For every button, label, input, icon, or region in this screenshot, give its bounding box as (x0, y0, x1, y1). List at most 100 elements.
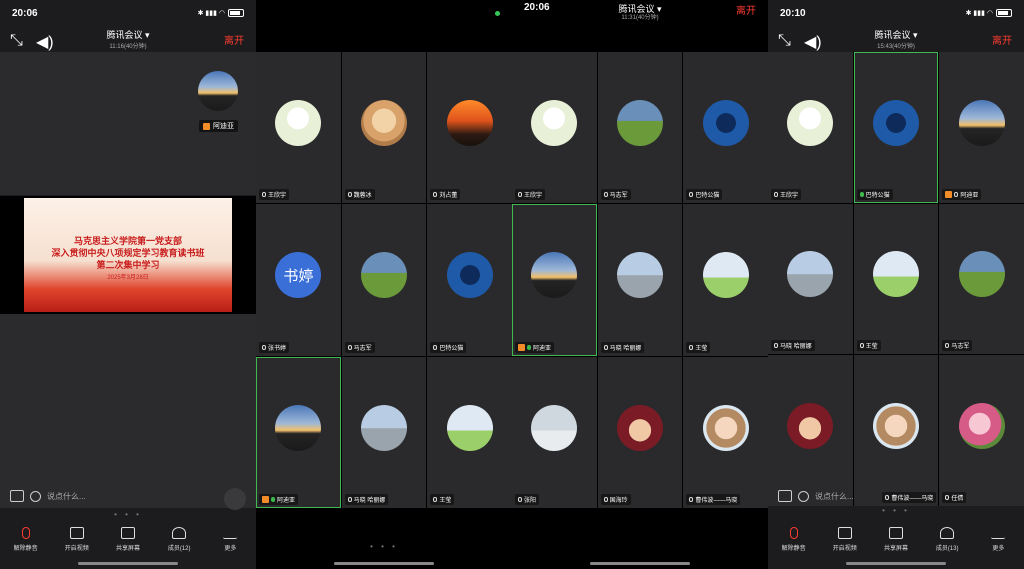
chat-input[interactable]: 说点什么... (47, 491, 86, 502)
participant-tile[interactable]: 巴特公猫 (427, 204, 512, 356)
participant-tile[interactable]: 任倩 (939, 355, 1024, 506)
mic-icon (518, 496, 522, 502)
shared-screen[interactable]: 马克思主义学院第一党支部 深入贯彻中央八项规定学习教育读书班 第二次集中学习 2… (0, 196, 256, 314)
participant-avatar (275, 404, 322, 451)
participant-tile[interactable]: 王莹 (853, 203, 939, 355)
participant-avatar (958, 403, 1005, 450)
status-time: 20:06 (12, 7, 38, 19)
meeting-title[interactable]: 腾讯会议 ▾ (768, 28, 1024, 41)
chat-bar[interactable]: 说点什么... (778, 490, 854, 502)
more-button[interactable]: 更多 (206, 527, 254, 552)
members-icon (940, 527, 955, 539)
mic-icon (603, 344, 608, 350)
home-indicator (334, 562, 434, 565)
participant-label: 阿迪亚 (942, 188, 982, 200)
participant-tile[interactable]: 国海玲 (597, 356, 683, 508)
leave-button[interactable]: 离开 (736, 2, 756, 17)
participant-avatar (958, 251, 1005, 298)
participant-label: 马晓 哈丽娜 (771, 340, 815, 352)
participant-label: 张阳 (515, 493, 540, 505)
page-indicator: • • • (882, 506, 910, 515)
share-screen-button[interactable]: 共享屏幕 (104, 527, 152, 552)
participant-tile[interactable]: 马志军 (341, 204, 427, 356)
start-video-label: 开启视频 (832, 546, 857, 552)
participant-name: 阿迪亚 (277, 497, 296, 504)
participant-tile[interactable]: 王欣宇 (768, 52, 853, 203)
participant-avatar (958, 99, 1005, 146)
chat-icon[interactable] (778, 490, 792, 502)
participant-tile-speaking[interactable]: 阿迪亚 (512, 204, 597, 356)
more-icon (223, 527, 238, 539)
participant-tile[interactable]: 刘占董 (427, 52, 512, 204)
participant-tile[interactable]: 书婷张书婷 (256, 204, 341, 356)
chat-input[interactable]: 说点什么... (815, 491, 854, 502)
meeting-title[interactable]: 腾讯会议 ▾ (0, 28, 256, 41)
participant-label: 巴特公猫 (430, 341, 467, 353)
unmute-button[interactable]: 解除静音 (770, 527, 818, 552)
video-area-lower (0, 314, 256, 508)
participant-tile[interactable]: 王欣宇 (256, 52, 341, 204)
members-button[interactable]: 成员(13) (923, 527, 971, 552)
mic-icon (518, 192, 522, 198)
participant-tile[interactable]: 马晓 哈丽娜 (597, 204, 683, 356)
participant-tile[interactable]: 阿迪亚 (939, 52, 1024, 203)
participant-tile[interactable]: 张阳 (512, 356, 597, 508)
unmute-button[interactable]: 解除静音 (2, 527, 50, 552)
participant-tile[interactable]: 曹伟波——马晓 (683, 356, 768, 508)
participant-tile[interactable]: 马志军 (597, 52, 683, 204)
participant-tile[interactable]: 王欣宇 (512, 52, 597, 204)
participant-tile[interactable] (768, 355, 853, 506)
participant-tile-speaking[interactable]: 巴特公猫 (853, 52, 939, 203)
participant-tile[interactable]: 曹伟波——马晓 (853, 355, 939, 506)
start-video-button[interactable]: 开启视频 (821, 527, 869, 552)
participant-tile[interactable]: 马志军 (939, 203, 1024, 355)
participant-label: 刘占董 (430, 189, 461, 201)
participant-avatar (787, 251, 834, 298)
share-screen-label: 共享屏幕 (883, 546, 908, 552)
meeting-duration: 11:31(40分钟) (621, 15, 659, 21)
more-label: 更多 (992, 546, 1005, 552)
meeting-header: 腾讯会议 ▾ 11:31(40分钟) 离开 (512, 0, 768, 26)
participant-tile[interactable]: 王莹 (683, 204, 768, 356)
mic-icon (885, 495, 890, 500)
participant-label: 王欣宇 (771, 188, 802, 200)
participant-tile-speaking[interactable]: 阿迪亚 (256, 356, 341, 508)
shared-slide: 马克思主义学院第一党支部 深入贯彻中央八项规定学习教育读书班 第二次集中学习 2… (24, 198, 232, 312)
participant-label: 阿迪亚 (515, 341, 555, 353)
participant-avatar (702, 252, 749, 299)
participant-avatar (360, 100, 407, 147)
participant-label: 王欣宇 (515, 189, 546, 201)
participant-label: 曹伟波——马晓 (882, 492, 937, 503)
mic-off-icon (789, 527, 798, 539)
participant-label: 马晓 哈丽娜 (600, 341, 645, 353)
participant-tile[interactable]: 马晓 哈丽娜 (341, 356, 427, 508)
participant-name: 魏蓉冰 (353, 193, 372, 200)
more-button[interactable]: 更多 (974, 527, 1022, 552)
status-time: 20:10 (780, 7, 806, 19)
mic-icon (689, 192, 694, 198)
participant-avatar (446, 100, 493, 147)
participant-label: 张书婷 (259, 341, 290, 353)
participant-avatar (872, 251, 919, 298)
mic-icon (347, 192, 352, 198)
leave-button[interactable]: 离开 (224, 32, 244, 47)
more-icon (991, 527, 1006, 539)
participant-tile[interactable]: 王莹 (427, 356, 512, 508)
leave-button[interactable]: 离开 (992, 32, 1012, 47)
participant-tile[interactable]: 巴特公猫 (683, 52, 768, 204)
phone-audio-button[interactable] (224, 488, 246, 510)
participant-name: 马晓 哈丽娜 (780, 344, 812, 351)
participant-avatar-text: 书婷 (275, 252, 322, 299)
members-button[interactable]: 成员(12) (155, 527, 203, 552)
chat-icon[interactable] (10, 490, 24, 502)
emoji-icon[interactable] (798, 490, 809, 502)
start-video-button[interactable]: 开启视频 (53, 527, 101, 552)
emoji-icon[interactable] (30, 490, 41, 502)
mic-active-icon (527, 344, 531, 350)
participant-label: 巴特公猫 (686, 189, 723, 201)
chat-bar[interactable]: 说点什么... (10, 490, 86, 502)
share-screen-button[interactable]: 共享屏幕 (872, 527, 920, 552)
host-icon (203, 122, 210, 130)
participant-tile[interactable]: 马晓 哈丽娜 (768, 203, 853, 355)
participant-tile[interactable]: 魏蓉冰 (341, 52, 427, 204)
